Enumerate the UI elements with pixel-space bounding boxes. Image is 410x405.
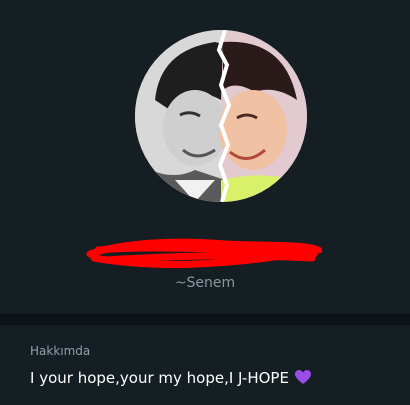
- profile-card: ~Senem: [0, 0, 410, 314]
- about-heading: Hakkımda: [30, 344, 91, 358]
- about-text: I your hope,your my hope,I J-HOPE: [30, 369, 289, 387]
- name-redaction-scribble: [86, 238, 322, 268]
- profile-username: ~Senem: [174, 275, 236, 291]
- about-section: Hakkımda I your hope,your my hope,I J-HO…: [0, 325, 410, 405]
- purple-heart-icon: [294, 370, 311, 384]
- section-divider: [0, 314, 410, 325]
- about-text-row: I your hope,your my hope,I J-HOPE: [30, 369, 312, 387]
- avatar-image: [135, 30, 307, 202]
- profile-avatar[interactable]: [135, 30, 307, 202]
